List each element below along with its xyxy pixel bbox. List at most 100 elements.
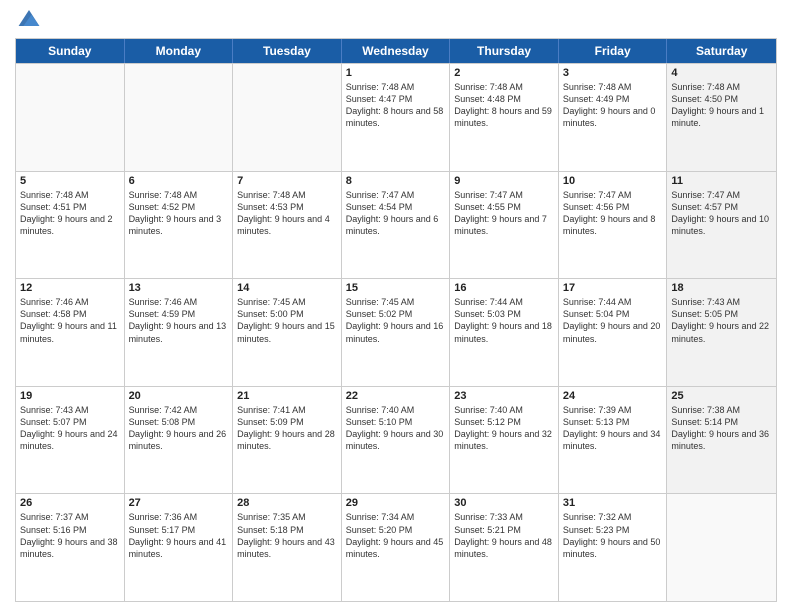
calendar-cell: 3 Sunrise: 7:48 AM Sunset: 4:49 PM Daylig…: [559, 64, 668, 171]
page: SundayMondayTuesdayWednesdayThursdayFrid…: [0, 0, 792, 612]
day-number: 3: [563, 67, 663, 79]
cell-info-text: Sunrise: 7:47 AM Sunset: 4:56 PM Dayligh…: [563, 189, 663, 238]
calendar-cell: 17 Sunrise: 7:44 AM Sunset: 5:04 PM Dayli…: [559, 279, 668, 386]
cell-info-text: Sunrise: 7:40 AM Sunset: 5:12 PM Dayligh…: [454, 404, 554, 453]
calendar-cell: 19 Sunrise: 7:43 AM Sunset: 5:07 PM Dayli…: [16, 387, 125, 494]
calendar-row-0: 1 Sunrise: 7:48 AM Sunset: 4:47 PM Daylig…: [16, 63, 776, 171]
cell-info-text: Sunrise: 7:48 AM Sunset: 4:50 PM Dayligh…: [671, 81, 772, 130]
day-number: 17: [563, 282, 663, 294]
weekday-header-thursday: Thursday: [450, 39, 559, 63]
day-number: 26: [20, 497, 120, 509]
calendar-cell: 29Sunrise: 7:34 AM Sunset: 5:20 PM Dayli…: [342, 494, 451, 601]
calendar-cell: 18Sunrise: 7:43 AM Sunset: 5:05 PM Dayli…: [667, 279, 776, 386]
calendar-body: 1 Sunrise: 7:48 AM Sunset: 4:47 PM Daylig…: [16, 63, 776, 601]
day-number: 13: [129, 282, 229, 294]
weekday-header-friday: Friday: [559, 39, 668, 63]
day-number: 4: [671, 67, 772, 79]
cell-info-text: Sunrise: 7:48 AM Sunset: 4:51 PM Dayligh…: [20, 189, 120, 238]
calendar-cell: 4 Sunrise: 7:48 AM Sunset: 4:50 PM Daylig…: [667, 64, 776, 171]
day-number: 20: [129, 390, 229, 402]
calendar-cell: 24Sunrise: 7:39 AM Sunset: 5:13 PM Dayli…: [559, 387, 668, 494]
calendar-cell: [233, 64, 342, 171]
calendar-cell: 15 Sunrise: 7:45 AM Sunset: 5:02 PM Dayli…: [342, 279, 451, 386]
day-number: 15: [346, 282, 446, 294]
weekday-header-saturday: Saturday: [667, 39, 776, 63]
calendar-cell: 9 Sunrise: 7:47 AM Sunset: 4:55 PM Daylig…: [450, 172, 559, 279]
cell-info-text: Sunrise: 7:47 AM Sunset: 4:55 PM Dayligh…: [454, 189, 554, 238]
calendar-cell: 6 Sunrise: 7:48 AM Sunset: 4:52 PM Daylig…: [125, 172, 234, 279]
cell-info-text: Sunrise: 7:41 AM Sunset: 5:09 PM Dayligh…: [237, 404, 337, 453]
day-number: 18: [671, 282, 772, 294]
day-number: 8: [346, 175, 446, 187]
calendar-cell: 21Sunrise: 7:41 AM Sunset: 5:09 PM Dayli…: [233, 387, 342, 494]
cell-info-text: Sunrise: 7:46 AM Sunset: 4:59 PM Dayligh…: [129, 296, 229, 345]
cell-info-text: Sunrise: 7:48 AM Sunset: 4:48 PM Dayligh…: [454, 81, 554, 130]
calendar-cell: 8 Sunrise: 7:47 AM Sunset: 4:54 PM Daylig…: [342, 172, 451, 279]
cell-info-text: Sunrise: 7:48 AM Sunset: 4:52 PM Dayligh…: [129, 189, 229, 238]
calendar-cell: [16, 64, 125, 171]
calendar-cell: 2 Sunrise: 7:48 AM Sunset: 4:48 PM Daylig…: [450, 64, 559, 171]
calendar-row-3: 19 Sunrise: 7:43 AM Sunset: 5:07 PM Dayli…: [16, 386, 776, 494]
calendar-cell: 14Sunrise: 7:45 AM Sunset: 5:00 PM Dayli…: [233, 279, 342, 386]
cell-info-text: Sunrise: 7:47 AM Sunset: 4:54 PM Dayligh…: [346, 189, 446, 238]
weekday-header-sunday: Sunday: [16, 39, 125, 63]
cell-info-text: Sunrise: 7:38 AM Sunset: 5:14 PM Dayligh…: [671, 404, 772, 453]
day-number: 7: [237, 175, 337, 187]
day-number: 28: [237, 497, 337, 509]
calendar-cell: 16Sunrise: 7:44 AM Sunset: 5:03 PM Dayli…: [450, 279, 559, 386]
day-number: 9: [454, 175, 554, 187]
day-number: 27: [129, 497, 229, 509]
day-number: 10: [563, 175, 663, 187]
cell-info-text: Sunrise: 7:48 AM Sunset: 4:49 PM Dayligh…: [563, 81, 663, 130]
cell-info-text: Sunrise: 7:48 AM Sunset: 4:47 PM Dayligh…: [346, 81, 446, 130]
logo: [15, 10, 41, 30]
cell-info-text: Sunrise: 7:45 AM Sunset: 5:02 PM Dayligh…: [346, 296, 446, 345]
day-number: 2: [454, 67, 554, 79]
cell-info-text: Sunrise: 7:44 AM Sunset: 5:03 PM Dayligh…: [454, 296, 554, 345]
calendar-cell: 5 Sunrise: 7:48 AM Sunset: 4:51 PM Daylig…: [16, 172, 125, 279]
cell-info-text: Sunrise: 7:43 AM Sunset: 5:07 PM Dayligh…: [20, 404, 120, 453]
day-number: 11: [671, 175, 772, 187]
cell-info-text: Sunrise: 7:36 AM Sunset: 5:17 PM Dayligh…: [129, 511, 229, 560]
calendar-cell: 1 Sunrise: 7:48 AM Sunset: 4:47 PM Daylig…: [342, 64, 451, 171]
cell-info-text: Sunrise: 7:40 AM Sunset: 5:10 PM Dayligh…: [346, 404, 446, 453]
calendar-cell: [125, 64, 234, 171]
weekday-header-wednesday: Wednesday: [342, 39, 451, 63]
day-number: 6: [129, 175, 229, 187]
calendar-cell: 22Sunrise: 7:40 AM Sunset: 5:10 PM Dayli…: [342, 387, 451, 494]
weekday-header-monday: Monday: [125, 39, 234, 63]
day-number: 31: [563, 497, 663, 509]
day-number: 23: [454, 390, 554, 402]
calendar-row-4: 26 Sunrise: 7:37 AM Sunset: 5:16 PM Dayli…: [16, 493, 776, 601]
cell-info-text: Sunrise: 7:33 AM Sunset: 5:21 PM Dayligh…: [454, 511, 554, 560]
cell-info-text: Sunrise: 7:35 AM Sunset: 5:18 PM Dayligh…: [237, 511, 337, 560]
calendar-row-2: 12 Sunrise: 7:46 AM Sunset: 4:58 PM Dayli…: [16, 278, 776, 386]
calendar-cell: 11 Sunrise: 7:47 AM Sunset: 4:57 PM Dayli…: [667, 172, 776, 279]
cell-info-text: Sunrise: 7:47 AM Sunset: 4:57 PM Dayligh…: [671, 189, 772, 238]
day-number: 5: [20, 175, 120, 187]
cell-info-text: Sunrise: 7:37 AM Sunset: 5:16 PM Dayligh…: [20, 511, 120, 560]
calendar-cell: 30Sunrise: 7:33 AM Sunset: 5:21 PM Dayli…: [450, 494, 559, 601]
calendar-header: SundayMondayTuesdayWednesdayThursdayFrid…: [16, 39, 776, 63]
calendar-row-1: 5 Sunrise: 7:48 AM Sunset: 4:51 PM Daylig…: [16, 171, 776, 279]
calendar-cell: 23 Sunrise: 7:40 AM Sunset: 5:12 PM Dayli…: [450, 387, 559, 494]
cell-info-text: Sunrise: 7:42 AM Sunset: 5:08 PM Dayligh…: [129, 404, 229, 453]
calendar-cell: 7Sunrise: 7:48 AM Sunset: 4:53 PM Daylig…: [233, 172, 342, 279]
day-number: 19: [20, 390, 120, 402]
day-number: 12: [20, 282, 120, 294]
cell-info-text: Sunrise: 7:34 AM Sunset: 5:20 PM Dayligh…: [346, 511, 446, 560]
calendar-cell: 26 Sunrise: 7:37 AM Sunset: 5:16 PM Dayli…: [16, 494, 125, 601]
logo-icon: [17, 8, 41, 28]
cell-info-text: Sunrise: 7:44 AM Sunset: 5:04 PM Dayligh…: [563, 296, 663, 345]
calendar-cell: 10 Sunrise: 7:47 AM Sunset: 4:56 PM Dayli…: [559, 172, 668, 279]
calendar: SundayMondayTuesdayWednesdayThursdayFrid…: [15, 38, 777, 602]
calendar-cell: 31Sunrise: 7:32 AM Sunset: 5:23 PM Dayli…: [559, 494, 668, 601]
day-number: 24: [563, 390, 663, 402]
day-number: 1: [346, 67, 446, 79]
cell-info-text: Sunrise: 7:46 AM Sunset: 4:58 PM Dayligh…: [20, 296, 120, 345]
weekday-header-tuesday: Tuesday: [233, 39, 342, 63]
calendar-cell: 13 Sunrise: 7:46 AM Sunset: 4:59 PM Dayli…: [125, 279, 234, 386]
calendar-cell: 12 Sunrise: 7:46 AM Sunset: 4:58 PM Dayli…: [16, 279, 125, 386]
calendar-cell: 20 Sunrise: 7:42 AM Sunset: 5:08 PM Dayli…: [125, 387, 234, 494]
calendar-cell: 25Sunrise: 7:38 AM Sunset: 5:14 PM Dayli…: [667, 387, 776, 494]
